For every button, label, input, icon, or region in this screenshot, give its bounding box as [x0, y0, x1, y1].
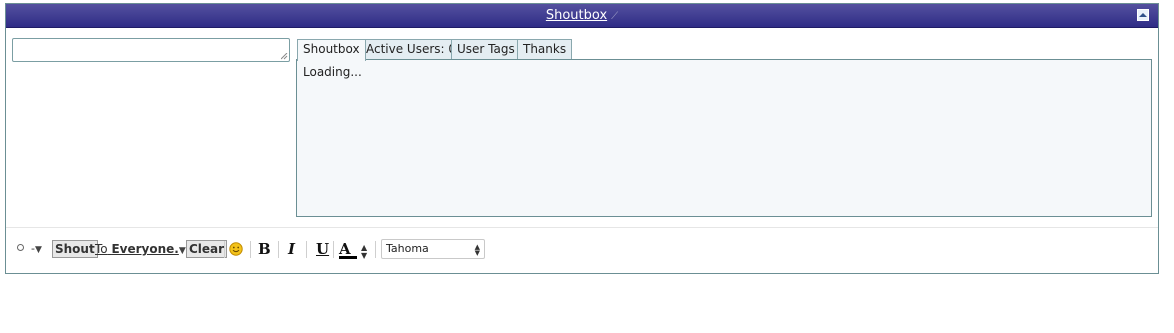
toolbar-separator: [224, 241, 225, 258]
font-color-button[interactable]: A ▲ ▼: [339, 238, 367, 260]
shout-button[interactable]: Shout: [52, 240, 98, 258]
toolbar-divider: [6, 227, 1158, 228]
toolbar-separator: [278, 241, 279, 258]
spinner-arrows-icon: ▲ ▼: [474, 243, 480, 257]
tab-thanks[interactable]: Thanks: [517, 39, 573, 60]
italic-button[interactable]: I: [288, 238, 295, 260]
status-circle-icon: [17, 244, 24, 251]
font-family-select[interactable]: Tahoma ▲ ▼: [381, 239, 485, 259]
tab-shoutbox[interactable]: Shoutbox: [297, 39, 366, 61]
shoutbox-panel: Shoutbox ⟋ Shoutbox Active Users: 0 User …: [5, 3, 1159, 274]
toolbar-separator: [375, 241, 376, 258]
recipient-prefix: To: [95, 242, 108, 256]
collapse-button[interactable]: [1137, 9, 1149, 21]
loading-text: Loading...: [303, 65, 362, 79]
spinner-arrows-icon: ▲ ▼: [361, 243, 368, 260]
recipient-selector[interactable]: To Everyone.▼: [95, 238, 186, 260]
shout-input[interactable]: [12, 38, 290, 62]
edit-icon: ⟋: [611, 11, 619, 22]
shoutbox-title[interactable]: Shoutbox ⟋: [6, 8, 1158, 24]
tab-active-users[interactable]: Active Users: 0: [360, 39, 463, 60]
recipient-target: Everyone.: [111, 242, 179, 256]
collapse-icon: [1139, 13, 1147, 17]
underline-button[interactable]: U: [316, 238, 329, 260]
toolbar-separator: [333, 241, 334, 258]
shoutbox-header: Shoutbox ⟋: [6, 4, 1158, 28]
tab-user-tags[interactable]: User Tags: [451, 39, 521, 60]
shoutbox-title-text[interactable]: Shoutbox: [546, 8, 607, 23]
resize-grip-icon[interactable]: [281, 53, 288, 60]
shout-messages-area[interactable]: Loading...: [296, 59, 1152, 217]
smiley-icon[interactable]: [229, 242, 243, 256]
options-dropdown[interactable]: -▼: [31, 238, 42, 260]
toolbar-separator: [250, 241, 251, 258]
font-family-value: Tahoma: [386, 242, 429, 255]
clear-button[interactable]: Clear: [186, 240, 228, 258]
font-color-swatch: [339, 256, 357, 259]
shout-toolbar: -▼ Shout To Everyone.▼ Clear B I U A ▲ ▼ …: [6, 238, 1158, 262]
toolbar-separator: [306, 241, 307, 258]
bold-button[interactable]: B: [258, 238, 271, 260]
chevron-down-icon: ▼: [178, 246, 186, 256]
chevron-down-icon: ▼: [34, 245, 42, 255]
